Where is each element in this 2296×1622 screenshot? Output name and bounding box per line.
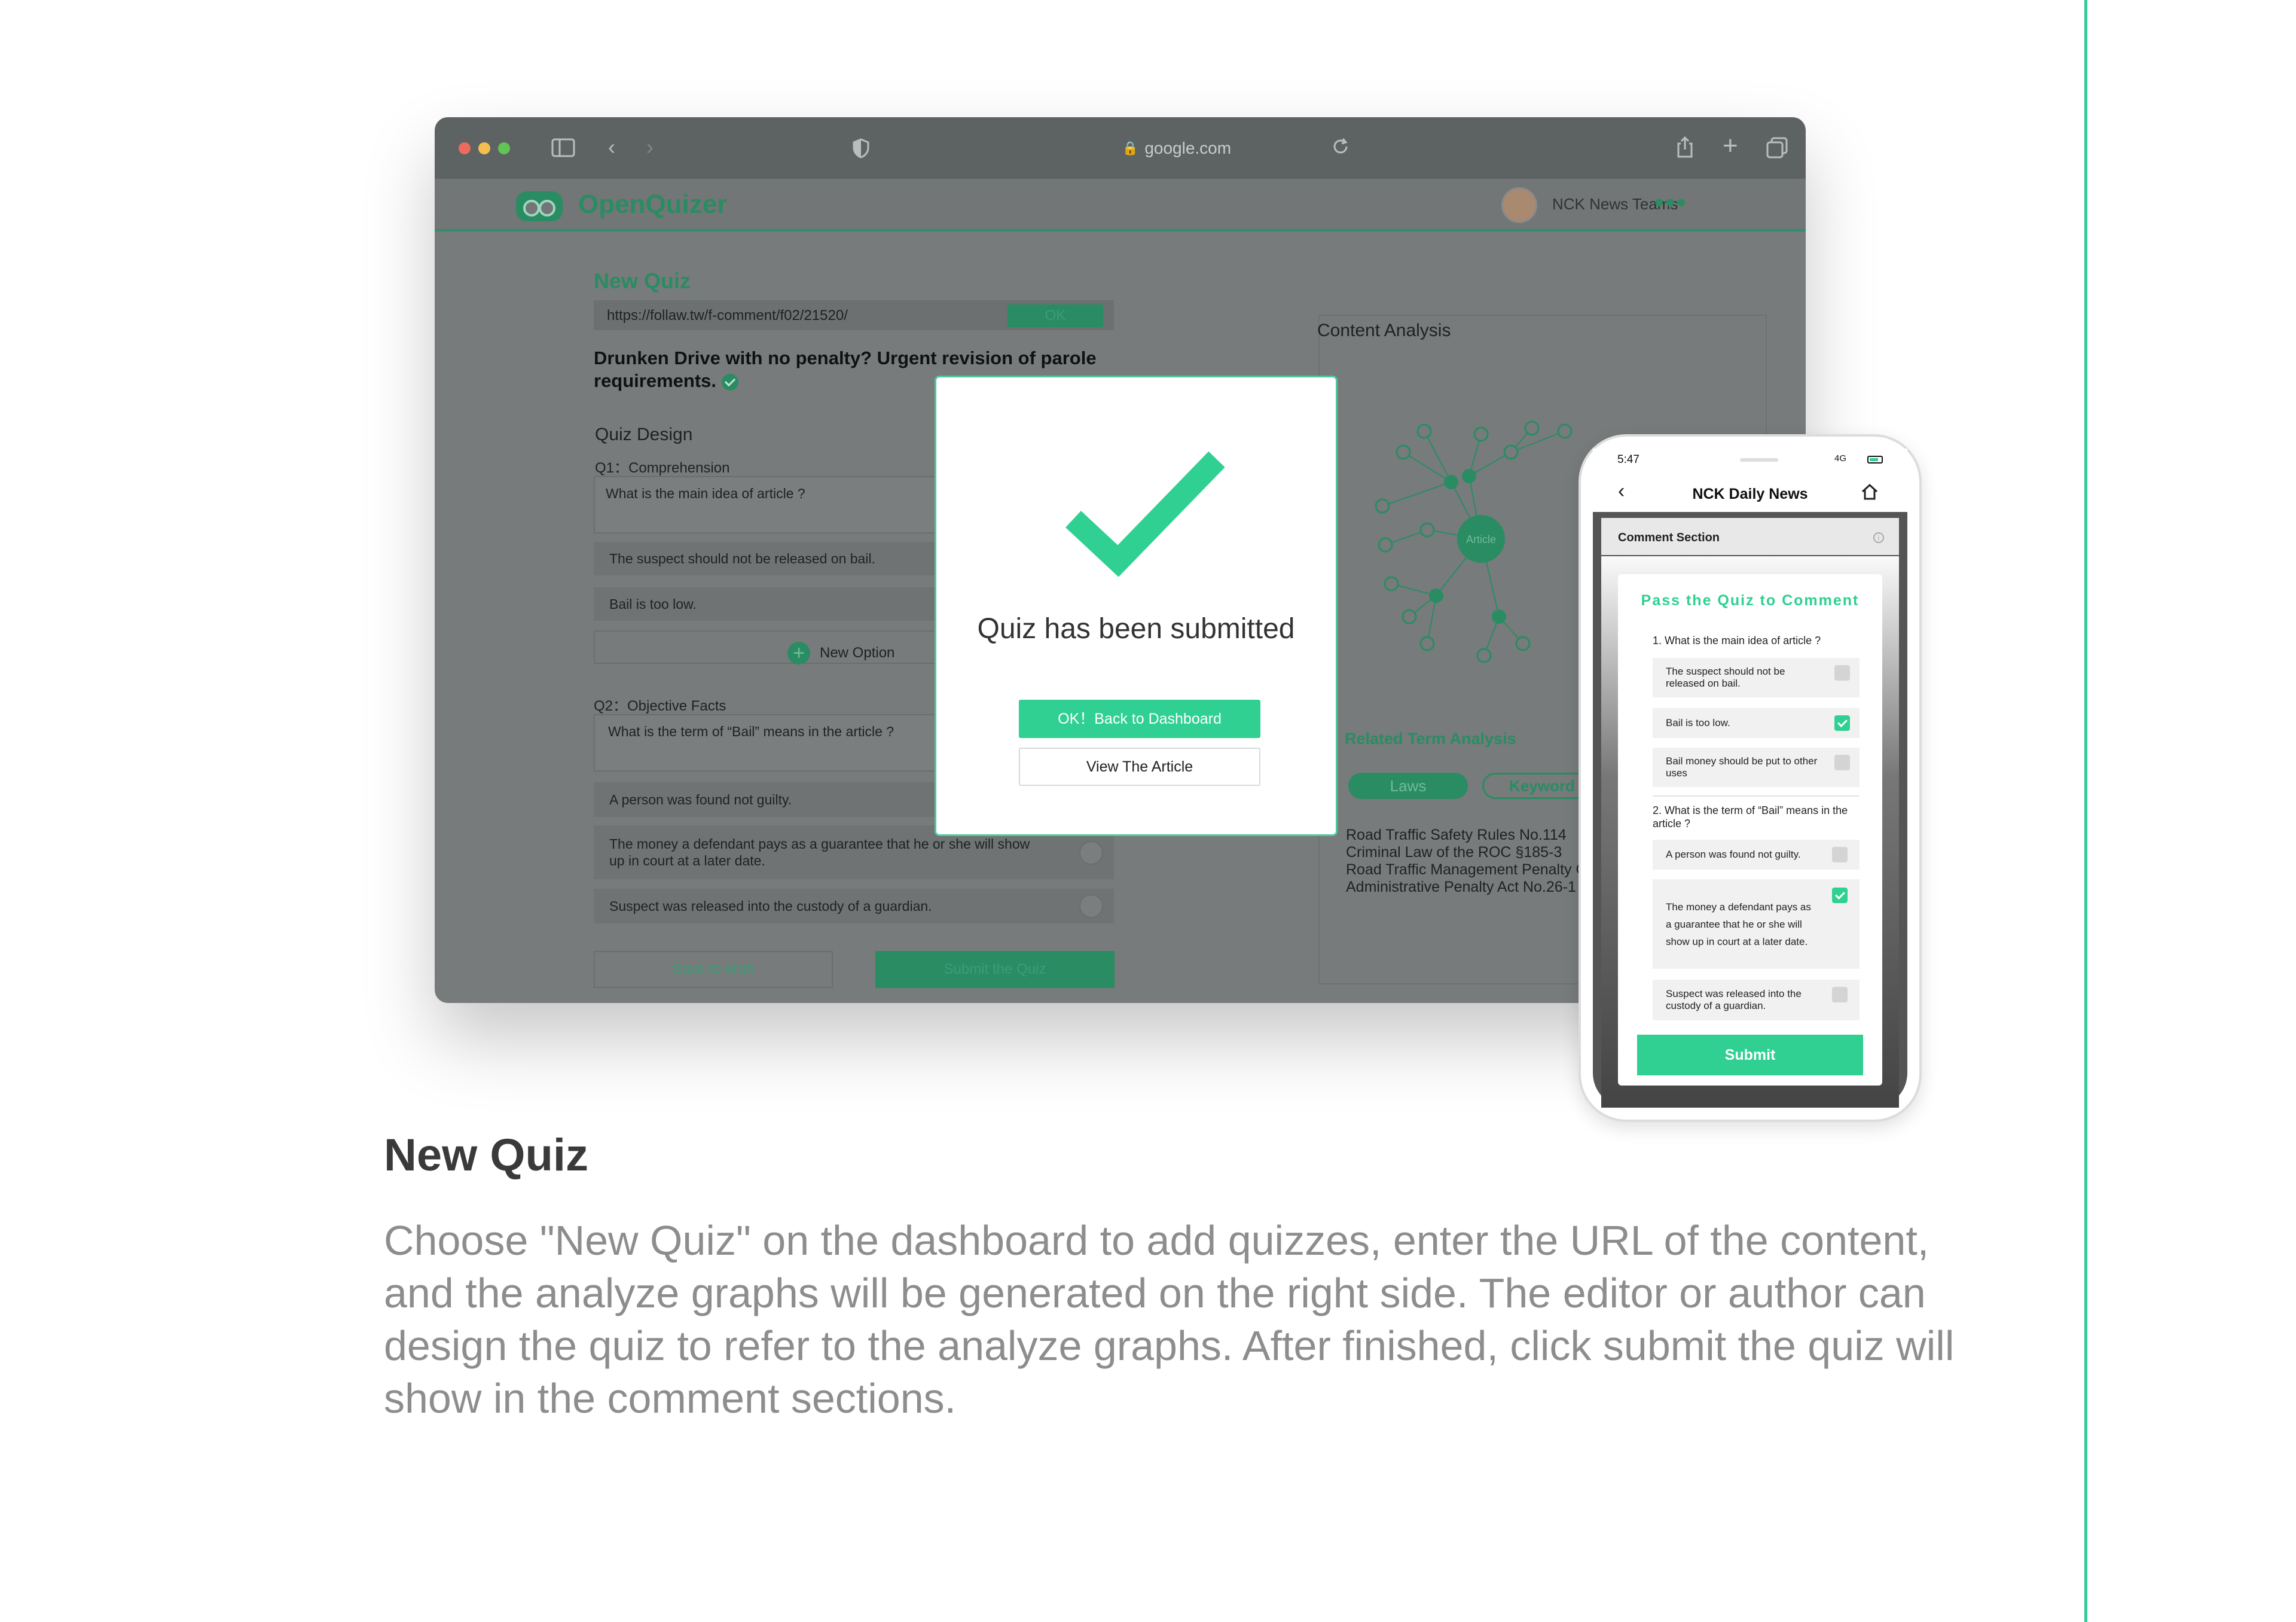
lock-icon: 🔒 bbox=[1122, 141, 1139, 156]
status-time: 5:47 bbox=[1617, 453, 1639, 466]
back-icon[interactable]: ‹ bbox=[608, 136, 615, 158]
verified-check-icon bbox=[721, 373, 738, 391]
view-article-button[interactable]: View The Article bbox=[1019, 748, 1260, 786]
address-bar[interactable]: 🔒 google.com bbox=[1063, 134, 1290, 163]
checkbox[interactable] bbox=[1834, 665, 1850, 681]
phone-submit-button[interactable]: Submit bbox=[1637, 1035, 1863, 1075]
graph-center-node-label: Article bbox=[1466, 533, 1496, 545]
new-quiz-heading: New Quiz bbox=[594, 269, 691, 293]
new-option-button[interactable]: + New Option bbox=[787, 642, 894, 664]
plus-circle-icon: + bbox=[787, 642, 810, 664]
phone-q2-option-1[interactable]: A person was found not guilty. bbox=[1653, 840, 1860, 870]
tab-laws[interactable]: Laws bbox=[1348, 773, 1468, 799]
battery-icon bbox=[1867, 456, 1883, 464]
q1-label: Q1：Comprehension bbox=[595, 460, 730, 476]
back-to-dashboard-button[interactable]: OK！Back to Dashboard bbox=[1019, 700, 1260, 738]
browser-toolbar: ‹ › 🔒 google.com + bbox=[435, 117, 1806, 179]
url-input-value: https://follaw.tw/f-comment/f02/21520/ bbox=[607, 307, 848, 324]
url-ok-button[interactable]: OK bbox=[1007, 304, 1103, 327]
q2-question-input[interactable] bbox=[594, 714, 952, 772]
new-option-row bbox=[594, 630, 952, 664]
address-text: google.com bbox=[1144, 139, 1232, 157]
q1-question-input[interactable] bbox=[594, 476, 952, 533]
q2-question-text: What is the term of “Bail” means in the … bbox=[608, 724, 894, 739]
success-check-icon bbox=[1065, 451, 1225, 577]
quiz-design-label: Quiz Design bbox=[595, 425, 693, 444]
related-laws-list: Road Traffic Safety Rules No.114 Crimina… bbox=[1346, 827, 1592, 896]
checkbox-checked[interactable] bbox=[1834, 715, 1850, 731]
brand-name[interactable]: OpenQuizer bbox=[578, 190, 727, 219]
phone-q1-option-3[interactable]: Bail money should be put to other uses bbox=[1653, 748, 1860, 787]
info-icon[interactable]: i bbox=[1873, 532, 1884, 543]
minimize-window-dot[interactable] bbox=[478, 142, 490, 154]
openquizer-logo-icon[interactable] bbox=[516, 191, 563, 221]
tabs-overview-icon[interactable] bbox=[1766, 136, 1788, 162]
divider bbox=[1653, 795, 1860, 797]
q1-question-text: What is the main idea of article ? bbox=[606, 486, 805, 501]
save-draft-button[interactable]: Save to draft bbox=[594, 951, 833, 988]
new-tab-plus-icon[interactable]: + bbox=[1723, 133, 1738, 159]
forward-icon[interactable]: › bbox=[646, 136, 654, 158]
q2-label: Q2：Objective Facts bbox=[594, 698, 726, 714]
new-option-label: New Option bbox=[820, 645, 895, 661]
phone-q1-option-2[interactable]: Bail is too low. bbox=[1653, 708, 1860, 738]
law-item[interactable]: Road Traffic Safety Rules No.114 bbox=[1346, 827, 1592, 844]
remove-option-icon[interactable] bbox=[1079, 894, 1103, 918]
caption-title: New Quiz bbox=[384, 1130, 589, 1181]
caption-body: Choose "New Quiz" on the dashboard to ad… bbox=[384, 1217, 1955, 1422]
phone-q2-text: 2. What is the term of “Bail” means in t… bbox=[1653, 804, 1848, 830]
quiz-card-title: Pass the Quiz to Comment bbox=[1641, 592, 1860, 609]
submit-quiz-button[interactable]: Submit the Quiz bbox=[875, 951, 1115, 988]
checkbox[interactable] bbox=[1832, 987, 1848, 1002]
phone-q1-option-1[interactable]: The suspect should not be released on ba… bbox=[1653, 658, 1860, 697]
law-item[interactable]: Administrative Penalty Act No.26-1 bbox=[1346, 879, 1592, 896]
reload-icon[interactable] bbox=[1330, 136, 1351, 160]
close-window-dot[interactable] bbox=[459, 142, 471, 154]
phone-q2-option-3[interactable]: Suspect was released into the custody of… bbox=[1653, 980, 1860, 1020]
more-menu-icon[interactable]: ••• bbox=[1654, 188, 1687, 218]
avatar[interactable] bbox=[1501, 187, 1537, 223]
privacy-shield-icon[interactable] bbox=[852, 138, 870, 162]
phone-q2-option-2[interactable]: The money a defendant pays as a guarante… bbox=[1653, 879, 1860, 969]
network-indicator: 4G bbox=[1834, 453, 1847, 464]
checkbox[interactable] bbox=[1832, 847, 1848, 862]
law-item[interactable]: Road Traffic Management Penalty Or bbox=[1346, 861, 1592, 879]
sidebar-toggle-icon[interactable] bbox=[551, 138, 575, 161]
law-item[interactable]: Criminal Law of the ROC §185-3 bbox=[1346, 844, 1592, 861]
remove-option-icon[interactable] bbox=[1079, 841, 1103, 865]
comment-section-label: Comment Section bbox=[1618, 531, 1720, 544]
phone-q1-text: 1. What is the main idea of article ? bbox=[1653, 635, 1821, 647]
q2-option-1[interactable]: A person was found not guilty. bbox=[594, 782, 952, 817]
checkbox[interactable] bbox=[1834, 755, 1850, 770]
modal-title: Quiz has been submitted bbox=[977, 613, 1295, 645]
checkbox-checked[interactable] bbox=[1832, 888, 1848, 903]
home-icon[interactable] bbox=[1861, 483, 1879, 500]
right-divider-line bbox=[2084, 0, 2087, 1622]
share-icon[interactable] bbox=[1675, 135, 1695, 162]
maximize-window-dot[interactable] bbox=[498, 142, 510, 154]
q2-option-3[interactable]: Suspect was released into the custody of… bbox=[594, 889, 1114, 923]
phone-notch-speaker bbox=[1740, 458, 1778, 462]
q1-option-2[interactable]: Bail is too low. bbox=[594, 587, 952, 621]
q1-option-1[interactable]: The suspect should not be released on ba… bbox=[594, 542, 952, 575]
content-analysis-title: Content Analysis bbox=[1317, 321, 1451, 340]
related-term-title: Related Term Analysis bbox=[1345, 730, 1516, 748]
